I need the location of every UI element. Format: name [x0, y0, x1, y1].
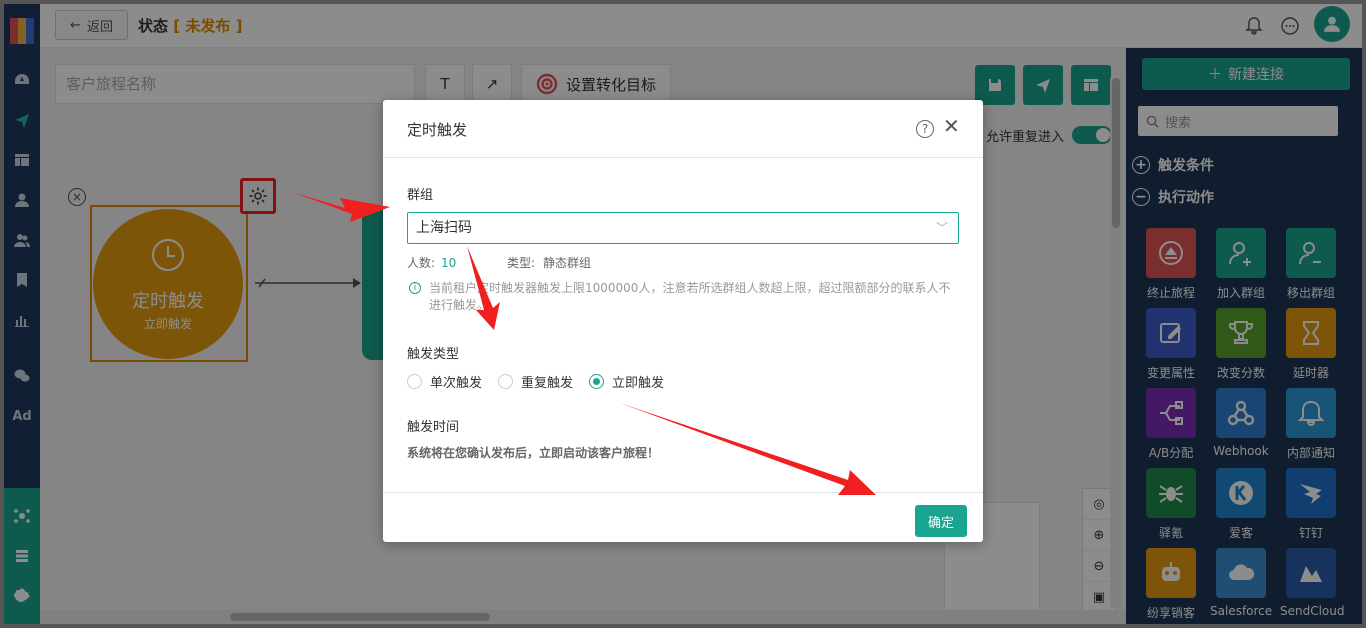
trigger-time-desc: 系统将在您确认发布后，立即启动该客户旅程！: [407, 446, 660, 460]
radio-circle[interactable]: [407, 374, 422, 389]
limit-info: i 当前租户定时触发器触发上限1000000人，注意若所选群组人数超上限，超过限…: [407, 280, 959, 314]
type-value: 静态群组: [543, 256, 592, 270]
radio-single-label: 单次触发: [430, 376, 483, 391]
confirm-button[interactable]: 确定: [915, 505, 967, 537]
trigger-type-label: 触发类型: [407, 347, 460, 362]
count-value: 10: [441, 256, 457, 270]
group-type: 类型: 静态群组: [507, 254, 591, 271]
chevron-down-icon: ﹀: [935, 221, 948, 235]
radio-immediate-label: 立即触发: [612, 376, 665, 391]
radio-repeat-label: 重复触发: [521, 376, 574, 391]
group-select-value: 上海扫码: [416, 220, 472, 236]
help-icon[interactable]: ?: [916, 120, 934, 138]
radio-repeat[interactable]: 重复触发: [498, 372, 573, 391]
trigger-time-label: 触发时间: [407, 420, 460, 435]
dialog-title: 定时触发: [407, 121, 468, 139]
radio-circle-selected[interactable]: [589, 374, 605, 389]
count-label: 人数:: [407, 256, 436, 270]
dialog-header: 定时触发 ? ✕: [383, 100, 983, 158]
radio-circle[interactable]: [498, 374, 514, 389]
info-icon: i: [409, 282, 421, 294]
radio-immediate[interactable]: 立即触发: [589, 372, 664, 391]
dialog-footer: 确定: [383, 492, 983, 542]
limit-info-text: 当前租户定时触发器触发上限1000000人，注意若所选群组人数超上限，超过限额部…: [429, 281, 951, 312]
group-select[interactable]: 上海扫码 ﹀: [407, 212, 959, 244]
type-label: 类型:: [507, 256, 536, 270]
close-icon[interactable]: ✕: [943, 116, 960, 136]
scheduled-trigger-dialog: 定时触发 ? ✕ 群组 上海扫码 ﹀ 人数: 10 类型: 静态群组 i 当前租户定…: [383, 100, 983, 542]
app-window: Ad ← 返回 状态 [ 未发布 ] 客户旅程名称 T ↗ 设置转化目标 允许重…: [4, 4, 1362, 624]
radio-single[interactable]: 单次触发: [407, 372, 482, 391]
trigger-type-radios: 单次触发 重复触发 立即触发: [407, 372, 664, 391]
group-count: 人数: 10: [407, 254, 456, 271]
group-label: 群组: [407, 188, 434, 203]
